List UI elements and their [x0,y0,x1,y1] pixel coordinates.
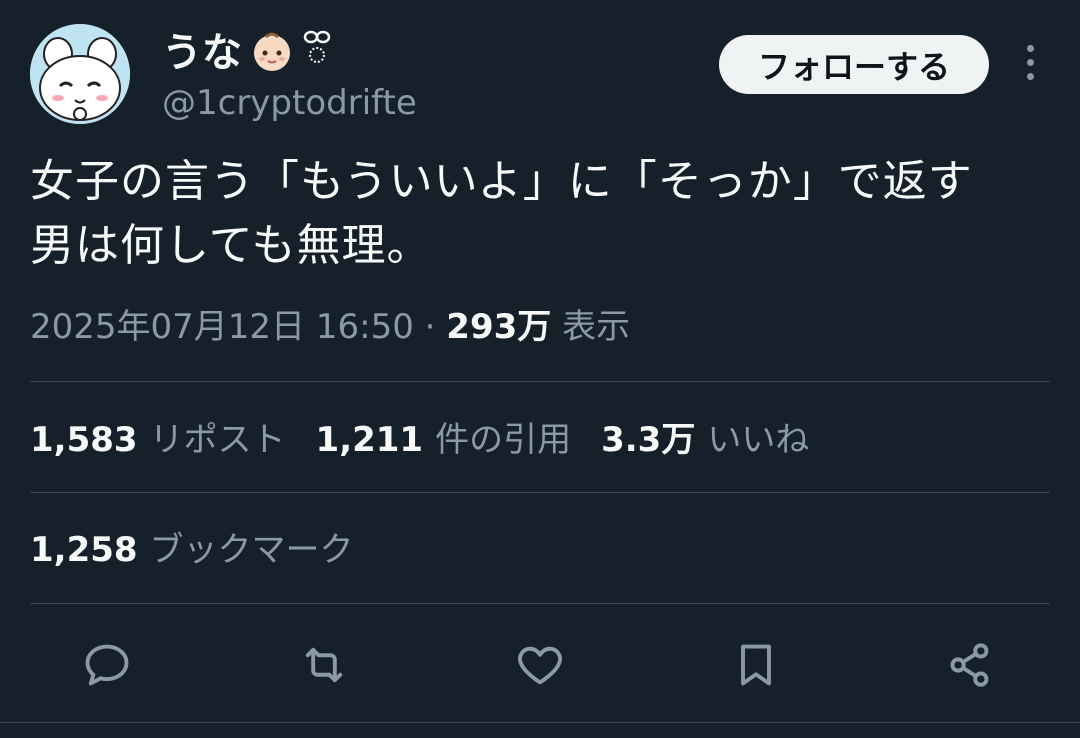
display-name[interactable]: うな [162,28,242,78]
tweet-text: 女子の言う「もういいよ」に「そっか」で返す 男は何しても無理。 [30,150,1050,278]
repost-stat[interactable]: 1,583 リポスト [30,416,286,464]
bookmark-stat[interactable]: 1,258 ブックマーク [30,526,354,574]
bottom-divider [0,722,1080,723]
action-bar [0,630,1080,700]
baby-emoji-icon [250,29,294,77]
like-label: いいね [707,420,810,460]
like-count: 3.3万 [601,420,696,460]
tweet-line-1: 女子の言う「もういいよ」に「そっか」で返す [30,156,973,207]
repost-button[interactable] [289,630,359,700]
avatar-image [30,24,130,124]
reply-button[interactable] [72,630,142,700]
repost-label: リポスト [149,420,286,460]
bookmark-button[interactable] [721,630,791,700]
share-icon [950,643,989,687]
follow-button[interactable]: フォローする [719,35,989,94]
avatar[interactable] [30,24,130,124]
tweet-meta: 2025年07月12日 16:50 · 293万 表示 [30,303,630,351]
reply-icon [85,644,129,686]
quote-stat[interactable]: 1,211 件の引用 [316,416,572,464]
meta-separator: · [424,307,436,347]
like-stat[interactable]: 3.3万 いいね [601,416,809,464]
view-count: 293万 [446,307,552,347]
repost-icon [305,647,343,683]
engagement-stats: 1,583 リポスト 1,211 件の引用 3.3万 いいね [30,416,809,464]
bookmark-label: ブックマーク [149,530,354,570]
quote-count: 1,211 [315,420,424,460]
more-icon[interactable] [1016,45,1044,85]
share-button[interactable] [935,630,1005,700]
bookmark-count: 1,258 [30,530,138,570]
bookmark-stats: 1,258 ブックマーク [30,526,354,574]
like-button[interactable] [505,630,575,700]
sparkle-icon [302,29,332,77]
user-name-row[interactable]: うな [162,28,332,78]
divider [30,381,1050,382]
tweet-datetime[interactable]: 2025年07月12日 16:50 [30,307,414,347]
like-icon [518,646,562,685]
divider [30,492,1050,493]
user-handle[interactable]: @1cryptodrifte [162,82,417,124]
view-label: 表示 [562,307,631,347]
quote-label: 件の引用 [435,420,572,460]
repost-count: 1,583 [30,420,138,460]
bookmark-icon [741,644,771,686]
tweet-line-2: 男は何しても無理。 [30,220,432,271]
divider [30,603,1050,604]
